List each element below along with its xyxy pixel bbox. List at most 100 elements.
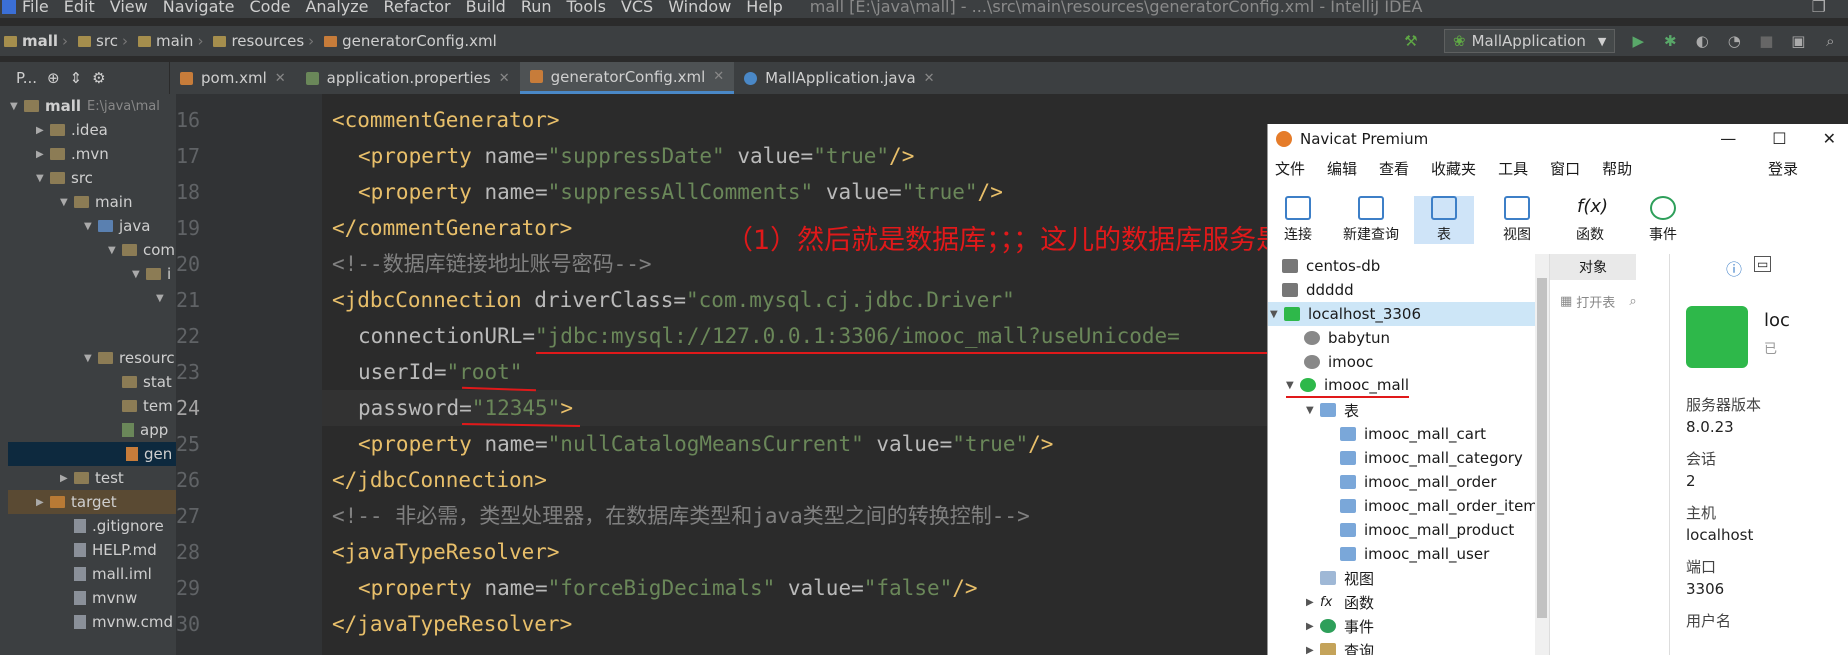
locate-icon[interactable]: ⊕ xyxy=(47,69,60,87)
menu-view[interactable]: 查看 xyxy=(1379,158,1409,179)
function-button[interactable]: f(x) 函数 xyxy=(1560,196,1620,244)
database-babytun[interactable]: babytun xyxy=(1304,326,1390,350)
menu-help[interactable]: 帮助 xyxy=(1602,158,1632,179)
tree-item-main[interactable]: ▼ main xyxy=(60,190,132,214)
menu-navigate[interactable]: Navigate xyxy=(163,0,235,15)
project-tool-header[interactable]: P... ⊕ ⇕ ⚙ xyxy=(0,62,170,94)
maximize-icon[interactable]: ☐ xyxy=(1772,129,1786,148)
close-icon[interactable]: ✕ xyxy=(499,71,510,86)
menu-window[interactable]: Window xyxy=(668,0,731,15)
breadcrumb-mall[interactable]: mall › xyxy=(0,32,68,50)
tab-pom-xml[interactable]: pom.xml ✕ xyxy=(170,62,296,94)
profile-icon[interactable]: ◔ xyxy=(1723,32,1745,50)
menu-code[interactable]: Code xyxy=(250,0,291,15)
tree-item-subpackage[interactable]: ▼ xyxy=(156,286,170,310)
menu-favorites[interactable]: 收藏夹 xyxy=(1431,158,1476,179)
menu-file[interactable]: 文件 xyxy=(1275,158,1305,179)
table-imooc-mall-cart[interactable]: imooc_mall_cart xyxy=(1340,422,1486,446)
tree-item-idea[interactable]: ▶ .idea xyxy=(36,118,108,142)
table-button[interactable]: 表 xyxy=(1414,196,1474,244)
menu-run[interactable]: Run xyxy=(521,0,552,15)
connection-ddddd[interactable]: ddddd xyxy=(1282,278,1354,302)
tree-item-generatorconfig[interactable]: gen xyxy=(8,442,176,466)
events-node[interactable]: ▶ 事件 xyxy=(1306,614,1374,638)
menu-tools[interactable]: 工具 xyxy=(1498,158,1528,179)
breadcrumb-src[interactable]: src › xyxy=(74,32,128,50)
tree-item-src[interactable]: ▼ src xyxy=(36,166,93,190)
tree-item-templates[interactable]: tem xyxy=(122,394,173,418)
menu-file[interactable]: File xyxy=(22,0,49,15)
search-everywhere-icon[interactable]: ⌕ xyxy=(1819,32,1841,50)
run-icon[interactable]: ▶ xyxy=(1627,32,1649,50)
tree-item-help-md[interactable]: HELP.md xyxy=(74,538,157,562)
minimize-icon[interactable]: — xyxy=(1720,129,1736,148)
database-imooc-mall[interactable]: ▼ imooc_mall xyxy=(1286,374,1410,398)
table-imooc-mall-product[interactable]: imooc_mall_product xyxy=(1340,518,1514,542)
event-button[interactable]: 事件 xyxy=(1633,196,1693,244)
stop-icon[interactable]: ■ xyxy=(1755,32,1777,50)
menu-edit[interactable]: Edit xyxy=(64,0,95,15)
database-imooc[interactable]: imooc xyxy=(1304,350,1373,374)
views-node[interactable]: 视图 xyxy=(1320,566,1374,590)
menu-help[interactable]: Help xyxy=(746,0,782,15)
search-icon[interactable]: ⌕ xyxy=(1629,294,1636,309)
menu-tools[interactable]: Tools xyxy=(567,0,606,15)
debug-icon[interactable]: ✱ xyxy=(1659,32,1681,50)
coverage-icon[interactable]: ◐ xyxy=(1691,32,1713,50)
tab-generatorconfig-xml[interactable]: generatorConfig.xml ✕ xyxy=(519,62,735,94)
new-query-button[interactable]: 新建查询 xyxy=(1341,196,1401,244)
tree-item-resources[interactable]: ▼ resourc xyxy=(84,346,175,370)
menu-window[interactable]: 窗口 xyxy=(1550,158,1580,179)
functions-node[interactable]: ▶ fx 函数 xyxy=(1306,590,1374,614)
table-imooc-mall-user[interactable]: imooc_mall_user xyxy=(1340,542,1489,566)
menu-analyze[interactable]: Analyze xyxy=(305,0,368,15)
table-imooc-mall-order[interactable]: imooc_mall_order xyxy=(1340,470,1497,494)
ddl-icon[interactable]: ▭ xyxy=(1754,256,1772,272)
close-icon[interactable]: ✕ xyxy=(924,71,935,86)
connection-centos-db[interactable]: centos-db xyxy=(1282,254,1380,278)
gear-icon[interactable]: ⚙ xyxy=(92,69,105,87)
tree-item-test[interactable]: ▶ test xyxy=(60,466,124,490)
tree-item-java[interactable]: ▼ java xyxy=(84,214,150,238)
menu-edit[interactable]: 编辑 xyxy=(1327,158,1357,179)
breadcrumb-file[interactable]: generatorConfig.xml xyxy=(320,32,497,50)
tab-application-properties[interactable]: application.properties ✕ xyxy=(296,62,520,94)
menu-refactor[interactable]: Refactor xyxy=(384,0,451,15)
restore-window-icon[interactable]: ❐ xyxy=(1812,0,1826,15)
tree-item-mvn[interactable]: ▶ .mvn xyxy=(36,142,109,166)
tree-item-mvnw-cmd[interactable]: mvnw.cmd xyxy=(74,610,173,634)
table-imooc-mall-category[interactable]: imooc_mall_category xyxy=(1340,446,1523,470)
queries-node[interactable]: ▶ 查询 xyxy=(1306,638,1374,655)
tree-item-package[interactable]: ▼ i xyxy=(132,262,171,286)
login-link[interactable]: 登录 xyxy=(1768,158,1798,179)
tree-item-com[interactable]: ▼ com xyxy=(108,238,175,262)
tree-item-target[interactable]: ▶ target xyxy=(8,490,176,514)
scrollbar-thumb[interactable] xyxy=(1537,278,1547,618)
tables-node[interactable]: ▼ 表 xyxy=(1306,398,1359,422)
table-imooc-mall-order-item[interactable]: imooc_mall_order_item xyxy=(1340,494,1538,518)
tree-item-gitignore[interactable]: .gitignore xyxy=(74,514,164,538)
open-table-button[interactable]: ▦ 打开表 ⌕ xyxy=(1550,292,1669,311)
run-configuration-select[interactable]: ❀ MallApplication ▼ xyxy=(1444,29,1616,53)
tree-item-application-properties[interactable]: app xyxy=(122,418,168,442)
project-structure-icon[interactable]: ▣ xyxy=(1787,32,1809,50)
tree-item-mall[interactable]: ▼ mall E:\java\mal xyxy=(10,94,160,118)
connection-button[interactable]: 连接 xyxy=(1268,196,1328,244)
menu-build[interactable]: Build xyxy=(466,0,506,15)
tab-objects[interactable]: 对象 xyxy=(1550,254,1636,280)
breadcrumb-resources[interactable]: resources › xyxy=(209,32,314,50)
view-button[interactable]: 视图 xyxy=(1487,196,1547,244)
build-hammer-icon[interactable]: ⚒ xyxy=(1400,32,1422,50)
info-icon[interactable]: ⓘ xyxy=(1726,256,1742,280)
collapse-icon[interactable]: ⇕ xyxy=(70,69,83,87)
menu-vcs[interactable]: VCS xyxy=(621,0,653,15)
breadcrumb-main[interactable]: main › xyxy=(134,32,203,50)
close-icon[interactable]: ✕ xyxy=(275,71,286,86)
close-icon[interactable]: ✕ xyxy=(1823,129,1836,148)
tab-mallapplication-java[interactable]: MallApplication.java ✕ xyxy=(734,62,944,94)
tree-scrollbar[interactable] xyxy=(1535,254,1549,655)
menu-view[interactable]: View xyxy=(110,0,148,15)
connection-localhost-3306[interactable]: ▼ localhost_3306 xyxy=(1268,302,1535,326)
tree-item-static[interactable]: stat xyxy=(122,370,172,394)
tree-item-mvnw[interactable]: mvnw xyxy=(74,586,137,610)
